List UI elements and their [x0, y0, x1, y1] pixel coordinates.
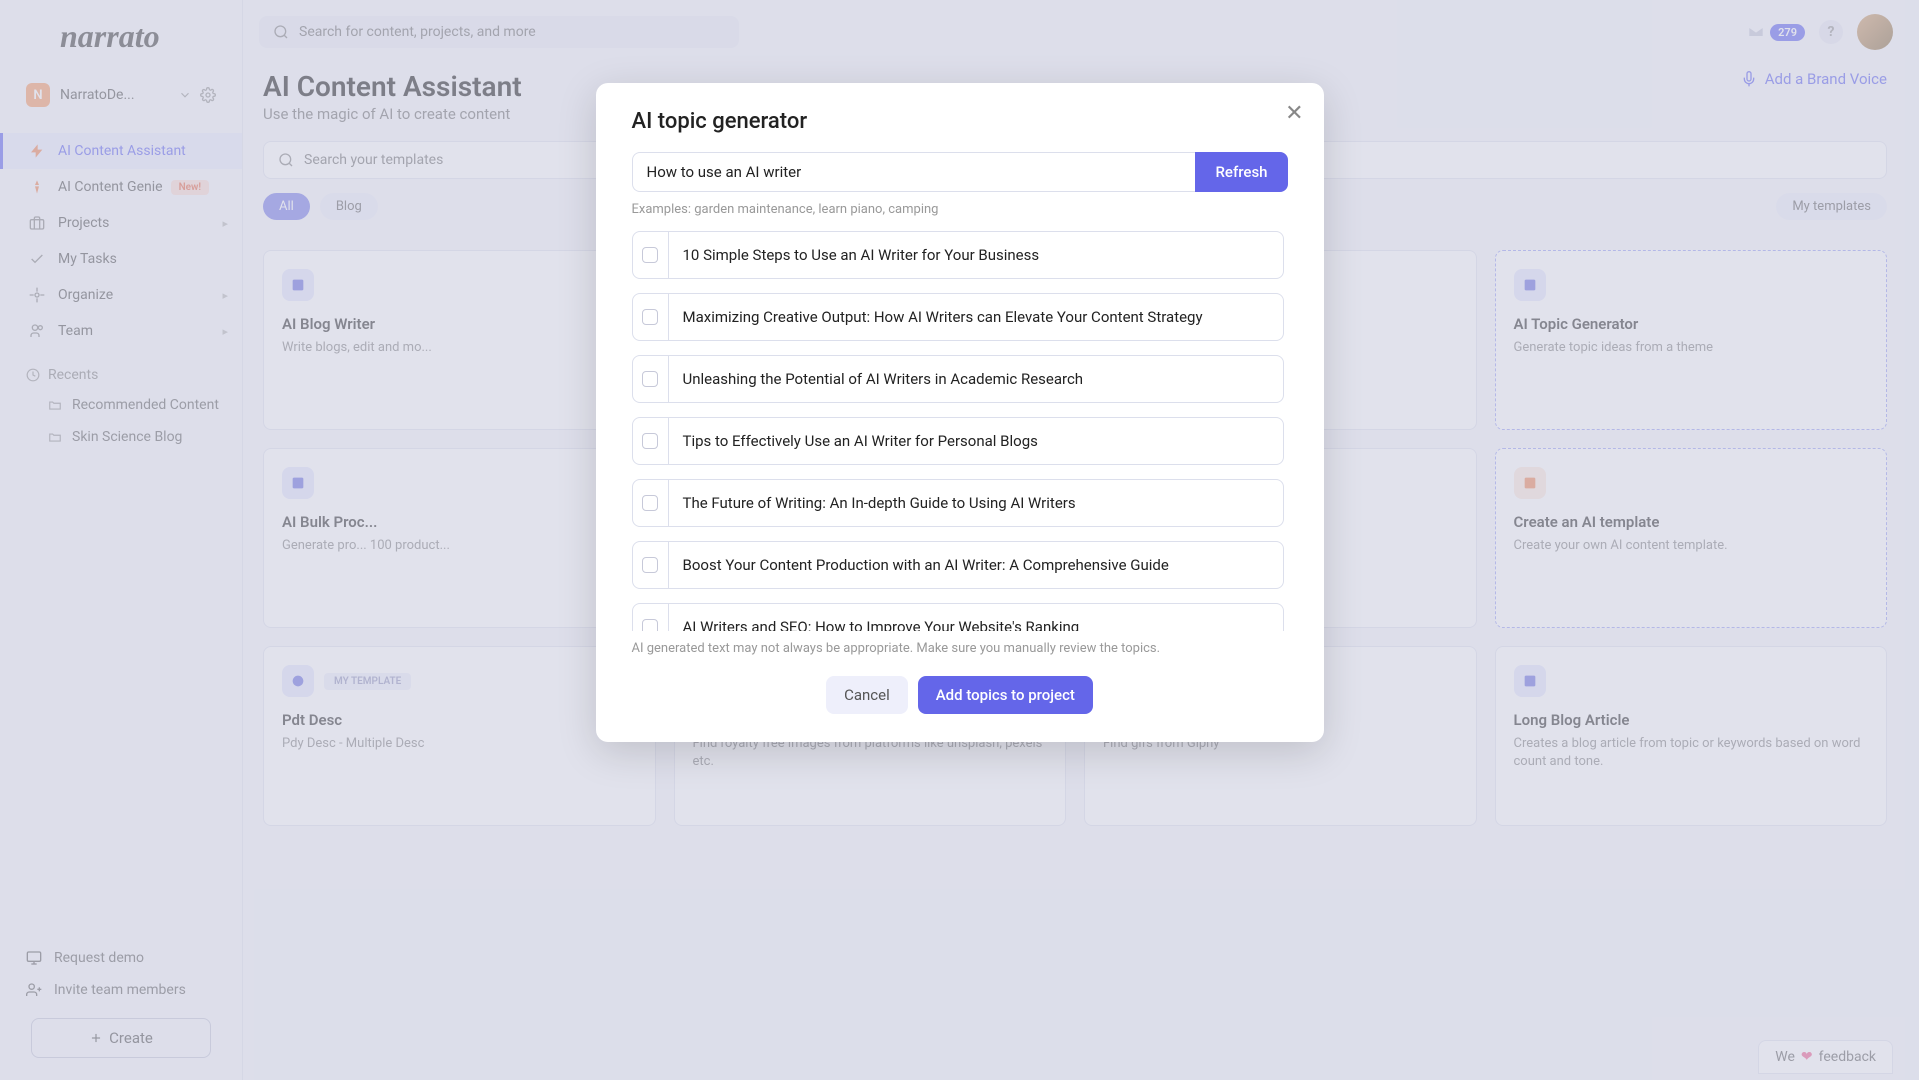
topic-checkbox[interactable]	[642, 371, 658, 387]
topic-row-4: The Future of Writing: An In-depth Guide…	[632, 479, 1284, 527]
add-topics-button[interactable]: Add topics to project	[918, 676, 1093, 714]
topic-checkbox-wrap	[633, 480, 669, 526]
topic-checkbox-wrap	[633, 542, 669, 588]
examples-text: Examples: garden maintenance, learn pian…	[632, 202, 1288, 217]
topic-input[interactable]	[632, 152, 1196, 192]
topic-text: Boost Your Content Production with an AI…	[669, 542, 1283, 588]
topic-checkbox[interactable]	[642, 557, 658, 573]
cancel-button[interactable]: Cancel	[826, 676, 908, 714]
topic-checkbox[interactable]	[642, 247, 658, 263]
topic-text: Maximizing Creative Output: How AI Write…	[669, 294, 1283, 340]
topic-checkbox-wrap	[633, 356, 669, 402]
topic-checkbox[interactable]	[642, 309, 658, 325]
topic-text: AI Writers and SEO: How to Improve Your …	[669, 604, 1283, 631]
topic-row-0: 10 Simple Steps to Use an AI Writer for …	[632, 231, 1284, 279]
topics-list[interactable]: 10 Simple Steps to Use an AI Writer for …	[632, 231, 1288, 631]
topic-checkbox[interactable]	[642, 433, 658, 449]
topic-checkbox-wrap	[633, 604, 669, 631]
topic-row-2: Unleashing the Potential of AI Writers i…	[632, 355, 1284, 403]
topic-checkbox[interactable]	[642, 619, 658, 631]
topic-row-3: Tips to Effectively Use an AI Writer for…	[632, 417, 1284, 465]
topic-checkbox-wrap	[633, 294, 669, 340]
disclaimer-text: AI generated text may not always be appr…	[632, 641, 1288, 656]
topic-row-5: Boost Your Content Production with an AI…	[632, 541, 1284, 589]
topic-text: Unleashing the Potential of AI Writers i…	[669, 356, 1283, 402]
modal-title: AI topic generator	[632, 109, 1288, 134]
modal-footer: Cancel Add topics to project	[632, 676, 1288, 714]
topic-text: The Future of Writing: An In-depth Guide…	[669, 480, 1283, 526]
topic-row-6: AI Writers and SEO: How to Improve Your …	[632, 603, 1284, 631]
topic-text: Tips to Effectively Use an AI Writer for…	[669, 418, 1283, 464]
close-icon[interactable]: ✕	[1285, 101, 1303, 126]
refresh-button[interactable]: Refresh	[1195, 152, 1287, 192]
topic-input-row: Refresh	[632, 152, 1288, 192]
topic-checkbox-wrap	[633, 418, 669, 464]
topic-text: 10 Simple Steps to Use an AI Writer for …	[669, 232, 1283, 278]
topic-checkbox-wrap	[633, 232, 669, 278]
topic-row-1: Maximizing Creative Output: How AI Write…	[632, 293, 1284, 341]
topic-generator-modal: ✕ AI topic generator Refresh Examples: g…	[596, 83, 1324, 742]
topic-checkbox[interactable]	[642, 495, 658, 511]
